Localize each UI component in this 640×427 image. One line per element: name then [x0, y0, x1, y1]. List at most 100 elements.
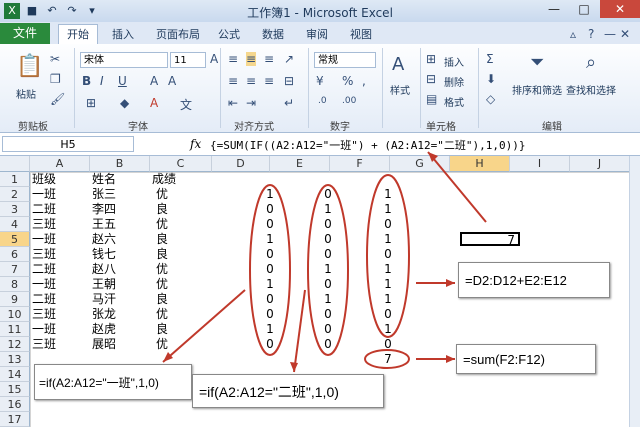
tab-insert[interactable]: 插入 [112, 25, 134, 44]
cell-f7[interactable]: 1 [378, 262, 398, 277]
row-header-1[interactable]: 1 [0, 172, 30, 187]
ribbon-minimize-icon[interactable]: ▵ [570, 27, 576, 41]
cell-d8[interactable]: 1 [260, 277, 280, 292]
sort-filter-icon[interactable]: ⏷ [530, 52, 544, 73]
name-box[interactable]: H5 [2, 136, 134, 152]
cell-f10[interactable]: 0 [378, 307, 398, 322]
cell-c3[interactable]: 良 [156, 202, 168, 217]
cell-a4[interactable]: 三班 [32, 217, 56, 232]
increase-indent-icon[interactable]: ⇥ [246, 96, 256, 110]
grow-font-size-icon[interactable]: A [150, 74, 158, 88]
percent-icon[interactable]: % [342, 74, 353, 88]
cell-c6[interactable]: 良 [156, 247, 168, 262]
help-icon[interactable]: ? [588, 27, 594, 41]
cell-c7[interactable]: 优 [156, 262, 168, 277]
format-button[interactable]: 格式 [444, 94, 464, 109]
cell-d12[interactable]: 0 [260, 337, 280, 352]
autosum-icon[interactable]: Σ [486, 52, 494, 66]
cell-b7[interactable]: 赵八 [92, 262, 116, 277]
paste-icon[interactable]: 📋 [16, 54, 43, 79]
fx-icon[interactable]: fx [190, 137, 201, 151]
cut-icon[interactable]: ✂ [50, 52, 60, 66]
format-painter-icon[interactable]: 🖌 [50, 92, 65, 106]
column-header-a[interactable]: A [30, 156, 90, 172]
cell-c9[interactable]: 良 [156, 292, 168, 307]
italic-icon[interactable]: I [100, 74, 104, 88]
tab-formulas[interactable]: 公式 [218, 25, 240, 44]
cell-f12[interactable]: 0 [378, 337, 398, 352]
cell-f9[interactable]: 1 [378, 292, 398, 307]
shrink-font-size-icon[interactable]: A [168, 74, 176, 88]
borders-icon[interactable]: ⊞ [86, 96, 96, 110]
cell-e3[interactable]: 1 [318, 202, 338, 217]
cell-d5[interactable]: 1 [260, 232, 280, 247]
cell-d3[interactable]: 0 [260, 202, 280, 217]
cell-c4[interactable]: 优 [156, 217, 168, 232]
cell-f11[interactable]: 1 [378, 322, 398, 337]
column-header-e[interactable]: E [270, 156, 330, 172]
cell-f2[interactable]: 1 [378, 187, 398, 202]
cell-d6[interactable]: 0 [260, 247, 280, 262]
vertical-scrollbar[interactable] [629, 156, 640, 427]
cell-c10[interactable]: 优 [156, 307, 168, 322]
cell-b11[interactable]: 赵虎 [92, 322, 116, 337]
row-header-17[interactable]: 17 [0, 412, 30, 427]
copy-icon[interactable]: ❐ [50, 72, 61, 86]
cell-e9[interactable]: 1 [318, 292, 338, 307]
cell-d9[interactable]: 0 [260, 292, 280, 307]
align-middle-icon[interactable]: ≡ [246, 52, 257, 66]
column-header-b[interactable]: B [90, 156, 150, 172]
doc-close-icon[interactable]: ✕ [620, 27, 630, 41]
cell-d7[interactable]: 0 [260, 262, 280, 277]
orientation-icon[interactable]: ↗ [284, 52, 294, 66]
underline-icon[interactable]: U [118, 74, 127, 88]
cell-a9[interactable]: 二班 [32, 292, 56, 307]
tab-page-layout[interactable]: 页面布局 [156, 25, 200, 44]
row-header-10[interactable]: 10 [0, 307, 30, 322]
minimize-button[interactable]: — [540, 0, 568, 18]
align-top-icon[interactable]: ≡ [228, 52, 238, 66]
cell-a3[interactable]: 二班 [32, 202, 56, 217]
column-header-g[interactable]: G [390, 156, 450, 172]
align-right-icon[interactable]: ≡ [264, 74, 274, 88]
bold-icon[interactable]: B [82, 74, 91, 88]
cell-b12[interactable]: 展昭 [92, 337, 116, 352]
cell-f6[interactable]: 0 [378, 247, 398, 262]
cell-c1[interactable]: 成绩 [152, 172, 176, 187]
column-header-h[interactable]: H [450, 156, 510, 172]
cell-f3[interactable]: 1 [378, 202, 398, 217]
decrease-indent-icon[interactable]: ⇤ [228, 96, 238, 110]
cell-c12[interactable]: 优 [156, 337, 168, 352]
font-size-field[interactable]: 11 [170, 52, 206, 68]
cell-b2[interactable]: 张三 [92, 187, 116, 202]
row-header-16[interactable]: 16 [0, 397, 30, 412]
select-all-corner[interactable] [0, 156, 30, 172]
merge-center-icon[interactable]: ⊟ [284, 74, 294, 88]
cell-b1[interactable]: 姓名 [92, 172, 116, 187]
cell-f8[interactable]: 1 [378, 277, 398, 292]
cell-d11[interactable]: 1 [260, 322, 280, 337]
cell-a11[interactable]: 一班 [32, 322, 56, 337]
column-header-d[interactable]: D [212, 156, 270, 172]
cell-a8[interactable]: 一班 [32, 277, 56, 292]
insert-cells-icon[interactable]: ⊞ [426, 52, 436, 66]
cell-a7[interactable]: 二班 [32, 262, 56, 277]
cell-f4[interactable]: 0 [378, 217, 398, 232]
align-center-icon[interactable]: ≡ [246, 74, 256, 88]
fill-icon[interactable]: ⬇ [486, 72, 496, 86]
cell-e2[interactable]: 0 [318, 187, 338, 202]
cell-a10[interactable]: 三班 [32, 307, 56, 322]
cell-c8[interactable]: 优 [156, 277, 168, 292]
cell-e7[interactable]: 1 [318, 262, 338, 277]
cell-f13[interactable]: 7 [378, 352, 398, 367]
row-header-15[interactable]: 15 [0, 382, 30, 397]
styles-button[interactable]: 样式 [390, 82, 410, 97]
cell-a6[interactable]: 三班 [32, 247, 56, 262]
cell-e12[interactable]: 0 [318, 337, 338, 352]
decrease-decimal-icon[interactable]: .00 [342, 96, 356, 106]
insert-button[interactable]: 插入 [444, 54, 464, 69]
cell-a1[interactable]: 班级 [32, 172, 56, 187]
row-header-9[interactable]: 9 [0, 292, 30, 307]
formula-input[interactable]: {=SUM(IF((A2:A12="一班") + (A2:A12="二班"),1… [210, 137, 526, 153]
number-format-field[interactable]: 常规 [314, 52, 376, 68]
